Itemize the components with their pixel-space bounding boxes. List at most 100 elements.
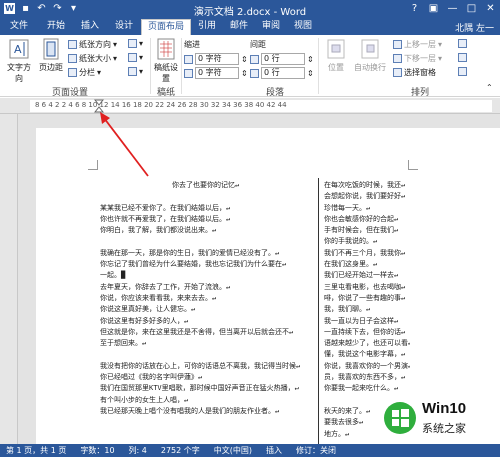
paper-size-icon <box>68 54 77 63</box>
spacing-before-field[interactable]: 0 行 <box>261 53 305 65</box>
status-bar: 第 1 页，共 1 页 字数：10 列: 4 2752 个字 中文(中国) 插入… <box>0 444 500 457</box>
title-bar: W ▪ ↶ ↷ ▾ 演示文档 2.docx - Word ? ▣ — □ ✕ <box>0 0 500 18</box>
orientation-icon <box>68 40 77 49</box>
ribbon-display-button[interactable]: ▣ <box>426 2 441 15</box>
indent-right: 0 字符 ⇕ <box>184 67 248 79</box>
svg-text:A: A <box>14 43 22 56</box>
page-setup-group-label: 页面设置 <box>51 88 88 98</box>
manuscript-icon <box>157 38 175 60</box>
align-button[interactable] <box>458 39 467 48</box>
selection-pane-button[interactable]: 选择窗格 <box>393 67 436 78</box>
margins-icon <box>43 38 59 60</box>
tab-mailings[interactable]: 邮件 <box>224 19 254 35</box>
indent-left-spinner[interactable]: ⇕ <box>241 55 248 64</box>
tab-references[interactable]: 引用 <box>192 19 222 35</box>
indent-right-icon <box>184 68 193 78</box>
position-button[interactable]: 位置 <box>322 38 350 73</box>
columns-icon <box>68 68 77 77</box>
margin-corner-mark <box>408 160 418 170</box>
close-button[interactable]: ✕ <box>483 2 498 15</box>
margins-button[interactable]: 页边距 <box>36 38 66 73</box>
status-language[interactable]: 中文(中国) <box>214 444 252 457</box>
group-objects-button[interactable] <box>458 53 467 62</box>
hyphenation-button[interactable]: ▾ <box>128 67 143 76</box>
group-separator <box>150 38 151 94</box>
send-backward-button[interactable]: 下移一层 ▾ <box>393 53 442 64</box>
spacing-before: 0 行 ⇕ <box>250 53 314 65</box>
status-page[interactable]: 第 1 页，共 1 页 <box>6 444 66 457</box>
size-button[interactable]: 纸张大小 ▾ <box>68 53 117 64</box>
ribbon-tabs: 文件 开始 插入 设计 页面布局 引用 邮件 审阅 视图 <box>0 18 500 35</box>
indent-marker-icon[interactable] <box>94 98 104 114</box>
bring-forward-button[interactable]: 上移一层 ▾ <box>393 39 442 50</box>
spacing-before-icon <box>250 54 259 64</box>
indent-left-field[interactable]: 0 字符 <box>195 53 239 65</box>
tab-review[interactable]: 审阅 <box>256 19 286 35</box>
align-icon <box>458 39 467 48</box>
tab-page-layout[interactable]: 页面布局 <box>141 19 191 35</box>
status-words[interactable]: 字数：10 <box>80 444 114 457</box>
orientation-button[interactable]: 纸张方向 ▾ <box>68 39 117 50</box>
window-controls: ? ▣ — □ ✕ <box>407 2 498 15</box>
vertical-ruler[interactable] <box>0 114 18 444</box>
selection-pane-icon <box>393 68 402 77</box>
minimize-button[interactable]: — <box>445 2 460 15</box>
group-separator <box>181 38 182 94</box>
wrap-text-button[interactable]: 自动换行 <box>352 38 388 73</box>
user-name[interactable]: 北隅 左一 <box>455 21 494 34</box>
indent-label: 缩进 <box>184 40 200 49</box>
status-chars[interactable]: 2752 个字 <box>161 444 200 457</box>
group-separator <box>318 38 319 94</box>
rotate-icon <box>458 67 467 76</box>
breaks-icon <box>128 39 137 48</box>
spacing-after: 0 行 ⇕ <box>250 67 314 79</box>
line-numbers-icon <box>128 53 137 62</box>
paragraph-group-label: 段落 <box>265 88 284 98</box>
group-objects-icon <box>458 53 467 62</box>
collapse-ribbon-button[interactable]: ⌃ <box>486 83 493 92</box>
manuscript-group-label: 稿纸 <box>156 88 175 98</box>
status-track-changes[interactable]: 修订：关闭 <box>296 444 336 457</box>
hyphenation-icon <box>128 67 137 76</box>
tab-file[interactable]: 文件 <box>0 19 38 35</box>
watermark-subtitle: 系统之家 <box>422 422 466 435</box>
spacing-before-spinner[interactable]: ⇕ <box>307 55 314 64</box>
send-backward-icon <box>393 54 402 63</box>
document-heading: 你去了也要你的记忆↵ <box>172 181 240 189</box>
status-column: 列: 4 <box>128 446 147 455</box>
status-mode[interactable]: 插入 <box>266 444 282 457</box>
line-numbers-button[interactable]: ▾ <box>128 53 143 62</box>
help-button[interactable]: ? <box>407 2 422 15</box>
spacing-label: 间距 <box>250 40 266 49</box>
left-column-text[interactable]: 你去了也要你的记忆↵ 某某我已经不爱你了。在我们结婚以后，↵ 你也许就不再爱我了… <box>100 180 312 417</box>
indent-right-field[interactable]: 0 字符 <box>195 67 239 79</box>
indent-left: 0 字符 ⇕ <box>184 53 248 65</box>
horizontal-ruler[interactable]: 8 6 4 2 2 4 6 8 10 12 14 16 18 20 22 24 … <box>0 98 500 114</box>
text-direction-button[interactable]: A 文字方向 <box>4 38 34 84</box>
indent-left-icon <box>184 54 193 64</box>
position-icon <box>327 39 345 59</box>
tab-insert[interactable]: 插入 <box>74 19 106 35</box>
watermark-brand: Win10 <box>422 400 467 417</box>
breaks-button[interactable]: ▾ <box>128 39 143 48</box>
tab-view[interactable]: 视图 <box>288 19 318 35</box>
tab-design[interactable]: 设计 <box>108 19 140 35</box>
text-direction-icon: A <box>9 39 29 59</box>
wrap-text-icon <box>361 39 379 59</box>
watermark-logo: Win10 系统之家 <box>380 396 500 444</box>
ribbon: A 文字方向 页边距 纸张方向 ▾ 纸张大小 ▾ 分栏 ▾ ▾ ▾ ▾ 页面设置 稿纸… <box>0 35 500 98</box>
maximize-button[interactable]: □ <box>464 2 479 15</box>
columns-button[interactable]: 分栏 ▾ <box>68 67 101 78</box>
manuscript-settings-button[interactable]: 稿纸设置 <box>153 38 179 84</box>
bring-forward-icon <box>393 40 402 49</box>
spacing-after-spinner[interactable]: ⇕ <box>307 69 314 78</box>
indent-right-spinner[interactable]: ⇕ <box>241 69 248 78</box>
spacing-after-icon <box>250 68 259 78</box>
spacing-after-field[interactable]: 0 行 <box>261 67 305 79</box>
column-separator-line <box>318 178 319 444</box>
tab-home[interactable]: 开始 <box>40 19 72 35</box>
arrange-group-label: 排列 <box>410 88 429 98</box>
ruler-ticks: 8 6 4 2 2 4 6 8 10 12 14 16 18 20 22 24 … <box>35 101 287 109</box>
margin-corner-mark <box>88 160 98 170</box>
rotate-button[interactable] <box>458 67 467 76</box>
